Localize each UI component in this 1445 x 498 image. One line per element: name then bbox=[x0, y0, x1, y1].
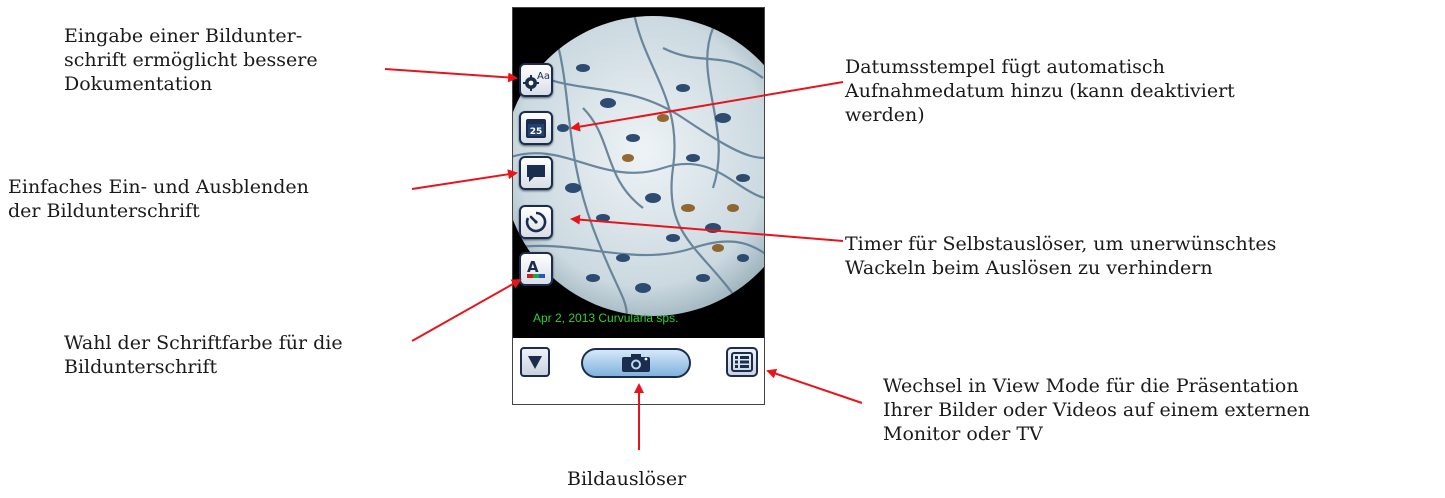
annotation-line: Aufnahmedatum hinzu (kann deaktiviert bbox=[845, 80, 1235, 102]
annotation-font-color: Wahl der Schriftfarbe für die Bildunters… bbox=[64, 331, 343, 379]
list-icon bbox=[731, 352, 753, 372]
annotation-line: Datumsstempel fügt automatisch bbox=[845, 56, 1165, 78]
annotation-shutter: Bildauslöser bbox=[567, 467, 686, 491]
annotation-line: Ihrer Bilder oder Videos auf einem exter… bbox=[883, 399, 1311, 421]
shutter-button[interactable] bbox=[581, 348, 691, 378]
triangle-down-icon bbox=[528, 356, 542, 369]
annotation-line: Eingabe einer Bildunter- bbox=[64, 25, 303, 47]
annotation-line: werden) bbox=[845, 104, 925, 126]
annotation-line: Einfaches Ein- und Ausblenden bbox=[8, 176, 309, 198]
annotation-date-stamp: Datumsstempel fügt automatisch Aufnahmed… bbox=[845, 55, 1235, 127]
view-mode-button[interactable] bbox=[726, 347, 758, 377]
annotation-line: Bildauslöser bbox=[567, 468, 687, 490]
annotation-line: Wahl der Schriftfarbe für die bbox=[64, 332, 343, 354]
toolbar-layer bbox=[512, 7, 765, 405]
annotation-toggle-caption: Einfaches Ein- und Ausblenden der Bildun… bbox=[8, 175, 309, 223]
hide-toolbar-button[interactable] bbox=[520, 347, 550, 377]
arrow-font-color bbox=[411, 279, 522, 342]
annotation-line: Timer für Selbstauslöser, um unerwünscht… bbox=[845, 233, 1277, 255]
annotation-line: Wechsel in View Mode für die Präsentatio… bbox=[883, 375, 1299, 397]
annotation-timer: Timer für Selbstauslöser, um unerwünscht… bbox=[845, 232, 1276, 280]
annotation-line: der Bildunterschrift bbox=[8, 200, 200, 222]
arrow-caption-input bbox=[384, 68, 518, 83]
arrow-view-mode bbox=[766, 368, 863, 404]
annotation-line: Dokumentation bbox=[64, 73, 213, 95]
annotation-line: Bildunterschrift bbox=[64, 356, 218, 378]
arrow-toggle-caption bbox=[411, 169, 518, 190]
annotation-line: Monitor oder TV bbox=[883, 423, 1043, 445]
annotation-caption-input: Eingabe einer Bildunter- schrift ermögli… bbox=[64, 24, 318, 96]
annotation-line: schrift ermöglicht bessere bbox=[64, 49, 318, 71]
annotation-view-mode: Wechsel in View Mode für die Präsentatio… bbox=[883, 374, 1310, 446]
camera-icon bbox=[622, 354, 650, 372]
annotation-line: Wackeln beim Auslösen zu verhindern bbox=[845, 257, 1213, 279]
